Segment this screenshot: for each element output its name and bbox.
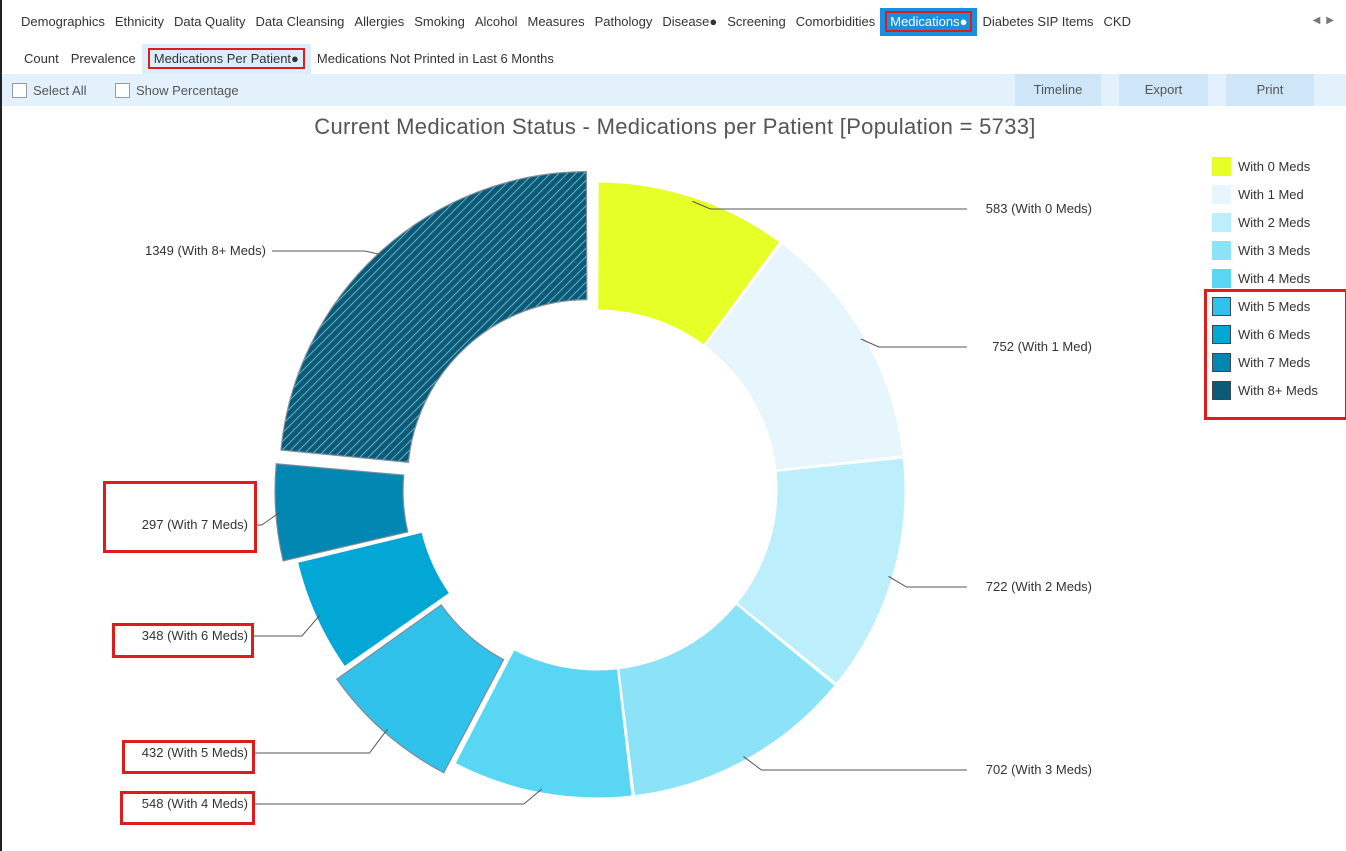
leader-line-3	[743, 756, 967, 771]
legend-item[interactable]: With 3 Meds	[1212, 236, 1318, 264]
legend-item[interactable]: With 2 Meds	[1212, 208, 1318, 236]
annotation-box-6-meds	[112, 623, 254, 658]
data-label-2: 722 (With 2 Meds)	[986, 579, 1092, 594]
donut-chart: 583 (With 0 Meds) 752 (With 1 Med) 722 (Wi…	[142, 171, 1092, 811]
leader-line-2	[888, 575, 967, 588]
legend-swatch	[1212, 212, 1231, 232]
annotation-box-4-meds	[120, 791, 255, 825]
annotation-box-7-meds	[103, 481, 257, 553]
donut-slice-8[interactable]	[280, 171, 588, 463]
leader-line-0	[692, 200, 967, 210]
donut-slices	[274, 171, 906, 799]
leader-line-8	[272, 250, 383, 256]
app-window: Demographics Ethnicity Data Quality Data Cl…	[0, 0, 1346, 851]
annotation-box-legend	[1204, 289, 1346, 420]
leader-line-1	[860, 338, 967, 348]
legend-swatch	[1212, 184, 1231, 204]
legend-label: With 4 Meds	[1238, 270, 1311, 286]
legend-swatch	[1212, 240, 1231, 260]
legend-swatch	[1212, 156, 1231, 176]
legend-item[interactable]: With 4 Meds	[1212, 264, 1318, 292]
data-label-1: 752 (With 1 Med)	[992, 339, 1092, 354]
leader-line-4	[254, 788, 543, 805]
legend-item[interactable]: With 0 Meds	[1212, 152, 1318, 180]
legend-label: With 1 Med	[1238, 186, 1304, 202]
leader-line-5	[254, 728, 388, 754]
annotation-box-5-meds	[122, 740, 255, 774]
legend-swatch	[1212, 268, 1231, 288]
legend-label: With 0 Meds	[1238, 158, 1311, 174]
data-label-8: 1349 (With 8+ Meds)	[145, 243, 266, 258]
legend-item[interactable]: With 1 Med	[1212, 180, 1318, 208]
leader-line-6	[254, 614, 321, 637]
legend-label: With 3 Meds	[1238, 242, 1311, 258]
data-label-0: 583 (With 0 Meds)	[986, 201, 1092, 216]
legend-label: With 2 Meds	[1238, 214, 1311, 230]
data-label-3: 702 (With 3 Meds)	[986, 762, 1092, 777]
